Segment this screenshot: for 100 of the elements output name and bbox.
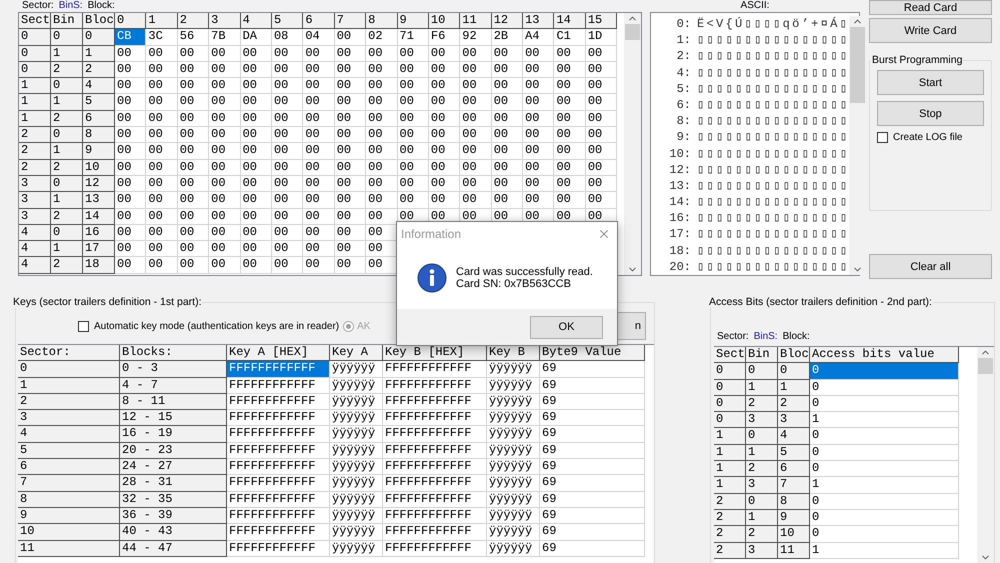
table-cell: 0	[810, 428, 959, 445]
table-cell: 00	[146, 241, 178, 258]
column-header: 9	[398, 13, 429, 30]
table-cell: 36 - 39	[120, 508, 227, 524]
table-cell: 00	[209, 94, 241, 111]
table-cell: 00	[178, 143, 210, 160]
table-cell: 6	[778, 461, 810, 478]
table-cell: 2	[746, 396, 778, 412]
ascii-text: ▯▯▯▯▯▯▯▯▯▯▯▯▯▯▯▯	[697, 162, 850, 178]
table-cell: 00	[209, 62, 241, 78]
table-cell: 00	[178, 78, 210, 94]
scrollbar[interactable]	[977, 347, 994, 563]
table-cell: 18	[83, 257, 115, 274]
table-cell: 00	[334, 62, 366, 78]
scroll-thumb[interactable]	[625, 24, 640, 40]
scroll-thumb[interactable]	[978, 358, 993, 374]
checkbox[interactable]: Automatic key mode (authentication keys are in reader)	[78, 320, 340, 332]
table-cell: 00	[209, 110, 241, 128]
table-cell: 4	[19, 257, 51, 274]
table-cell: 02	[366, 29, 398, 46]
table-cell: 00	[115, 127, 146, 144]
table-cell: 00	[460, 46, 492, 62]
table-cell: 00	[303, 46, 335, 62]
table-cell: 00	[523, 46, 554, 62]
table-cell: 0	[810, 461, 959, 478]
table-cell: 0	[746, 363, 778, 380]
column-header: Key B	[487, 345, 540, 362]
table-cell: 69	[540, 361, 645, 378]
clear-all-button[interactable]: Clear all	[869, 254, 992, 279]
table-cell: FFFFFFFFFFFF	[383, 540, 487, 557]
table-cell: 00	[272, 224, 304, 242]
table-cell: 2	[83, 62, 115, 78]
table-cell: 00	[334, 143, 366, 160]
checkbox[interactable]: Create LOG file	[877, 132, 984, 143]
table-cell: FFFFFFFFFFFF	[227, 442, 330, 460]
ascii-text: ▯▯▯▯▯▯▯▯▯▯▯▯▯▯▯▯	[697, 226, 850, 243]
table-cell: 69	[540, 540, 645, 557]
table-cell: CB	[115, 29, 146, 46]
column-header: Key A [HEX]	[227, 345, 330, 362]
stop-button[interactable]: Stop	[877, 101, 984, 126]
table-cell: 69	[540, 410, 645, 426]
table-cell: 00	[460, 176, 492, 192]
table-cell: 0	[18, 361, 120, 378]
table-cell: FFFFFFFFFFFF	[383, 508, 487, 524]
table-cell: 0	[810, 444, 959, 462]
table-cell: 00	[240, 208, 272, 225]
table-cell: 00	[272, 78, 304, 94]
table-cell: 11	[18, 540, 120, 557]
column-header: 14	[554, 13, 586, 30]
table-cell: 00	[554, 78, 586, 94]
table-cell: 00	[460, 143, 492, 160]
table-cell: ÿÿÿÿÿÿ	[487, 459, 540, 476]
table-cell: FFFFFFFFFFFF	[227, 378, 330, 394]
table-cell: 00	[398, 160, 429, 176]
table-cell: FFFFFFFFFFFF	[227, 394, 330, 410]
table-cell: 1	[19, 94, 51, 111]
table-cell: 00	[398, 143, 429, 160]
table-cell: 1	[714, 428, 746, 445]
table-cell: 00	[428, 127, 460, 144]
table-cell: 69	[540, 378, 645, 394]
table-cell: 2	[746, 461, 778, 478]
table-cell: 00	[240, 143, 272, 160]
write-card-button[interactable]: Write Card	[869, 18, 992, 43]
table-cell: 00	[366, 62, 398, 78]
table-cell: 00	[303, 224, 335, 242]
table-cell: 3	[746, 412, 778, 428]
close-icon[interactable]	[597, 227, 611, 241]
table-cell: FFFFFFFFFFFF	[227, 410, 330, 426]
column-header: Key B [HEX]	[383, 345, 487, 362]
table-cell: 00	[178, 46, 210, 62]
column-header: 3	[209, 13, 241, 30]
read-card-button[interactable]: Read Card	[869, 0, 992, 15]
column-header: Sector:	[18, 345, 120, 362]
table-cell: 5	[18, 442, 120, 460]
scroll-thumb[interactable]	[850, 27, 866, 103]
scrollbar[interactable]	[849, 16, 866, 275]
table-cell: 2	[19, 127, 51, 144]
table-cell: 1	[51, 241, 83, 258]
table-cell: 0	[19, 29, 51, 46]
table-cell: 00	[146, 127, 178, 144]
ok-button[interactable]: OK	[530, 316, 603, 338]
table-cell: 00	[398, 127, 429, 144]
table-cell: 00	[240, 192, 272, 209]
table-cell: 00	[586, 127, 618, 144]
table-cell: FFFFFFFFFFFF	[227, 524, 330, 541]
table-cell: 1D	[586, 29, 618, 46]
table-cell: 00	[272, 176, 304, 192]
table-cell: 00	[303, 208, 335, 225]
table-cell: 00	[209, 192, 241, 209]
table-cell: 2	[19, 143, 51, 160]
table-cell: 04	[303, 29, 335, 46]
table-cell: 0	[714, 396, 746, 412]
scrollbar[interactable]	[624, 13, 641, 275]
table-cell: 0	[51, 224, 83, 242]
table-cell: 4	[19, 224, 51, 242]
start-button[interactable]: Start	[877, 70, 984, 95]
table-cell: 00	[272, 127, 304, 144]
table-cell: 00	[146, 94, 178, 111]
table-cell: 00	[115, 78, 146, 94]
table-cell: 3	[18, 410, 120, 426]
